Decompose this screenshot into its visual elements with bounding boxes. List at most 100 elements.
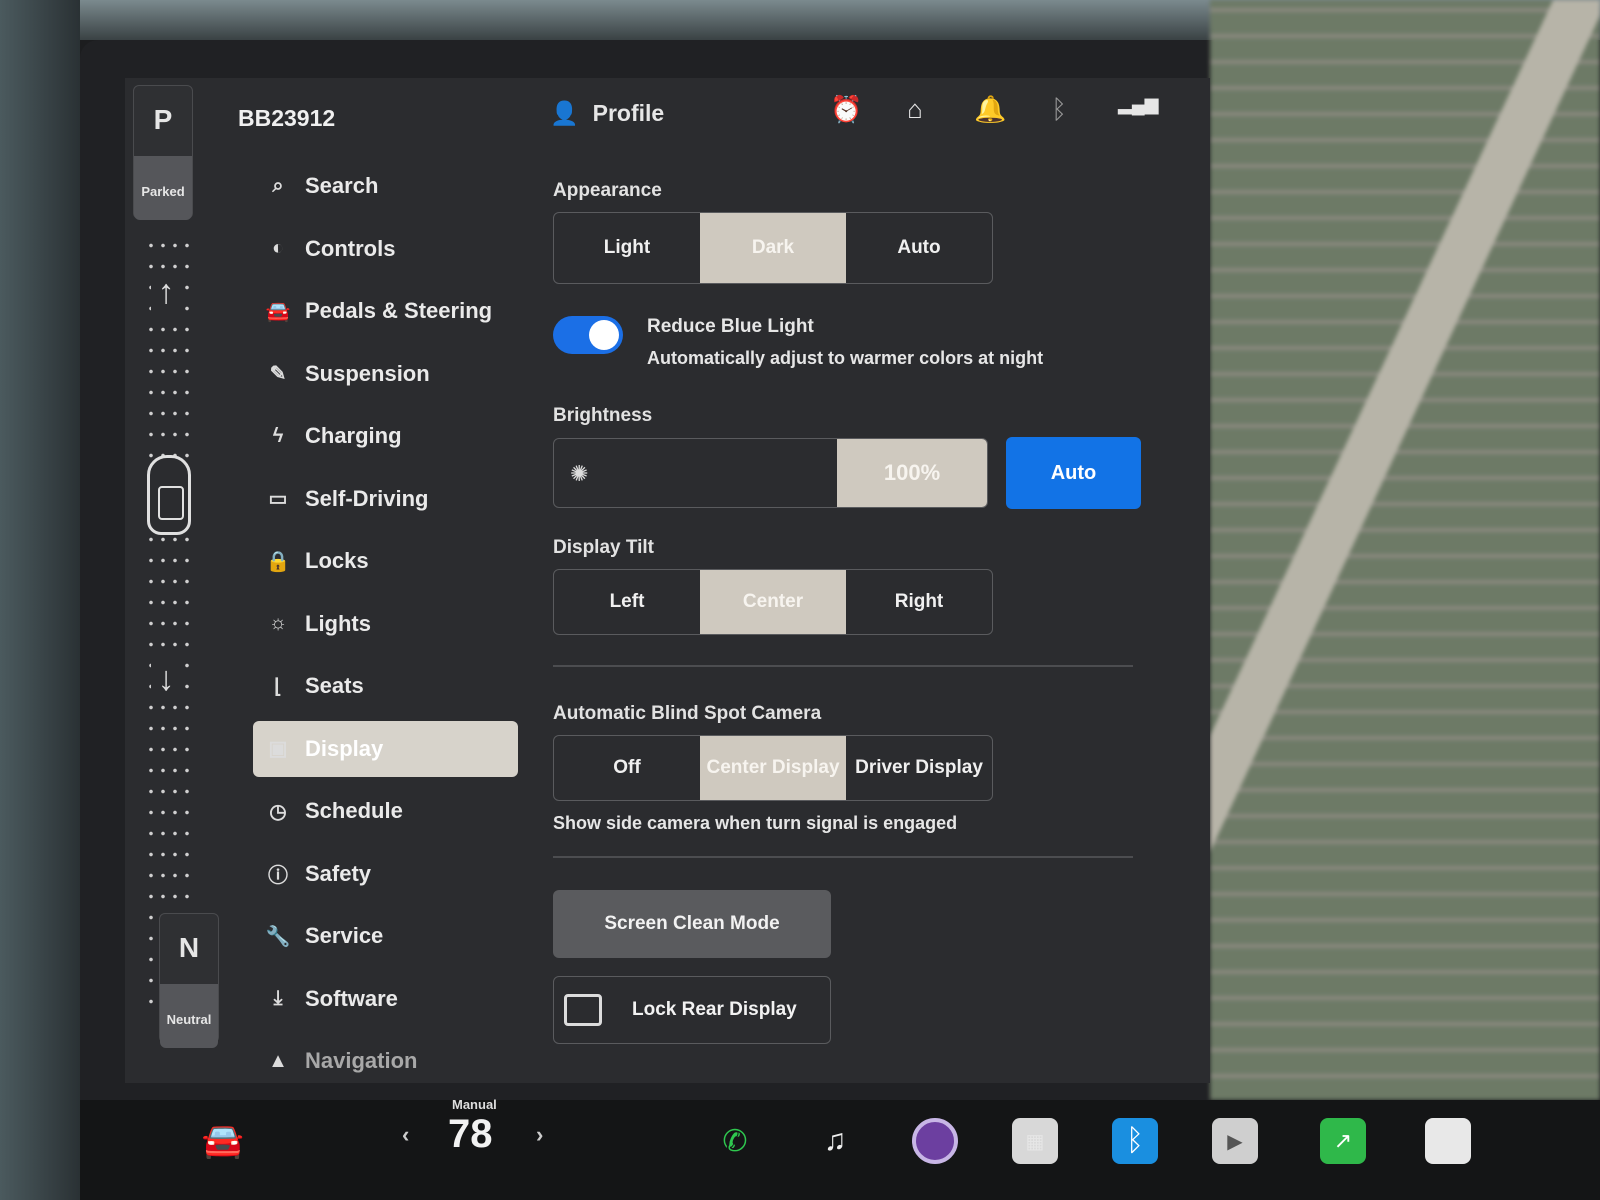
blind-spot-note: Show side camera when turn signal is eng… — [553, 813, 958, 833]
reduce-blue-light-toggle[interactable] — [553, 316, 623, 354]
rear-display-icon — [564, 994, 602, 1026]
blind-spot-center-display-option[interactable]: Center Display — [700, 736, 846, 800]
brightness-row: ✺ 100% Auto — [553, 437, 1153, 509]
bell-icon[interactable]: 🔔 — [974, 94, 1006, 125]
lightning-icon: ϟ — [272, 424, 284, 447]
gear-label-neutral: Neutral — [160, 984, 218, 1048]
sidebar-item-controls[interactable]: ◐ Controls — [253, 221, 518, 277]
sidebar-item-software[interactable]: ⤓ Software — [253, 971, 518, 1027]
display-icon: ▣ — [268, 738, 288, 760]
toggle-icon: ◐ — [271, 237, 285, 259]
brightness-value: 100% — [837, 439, 987, 507]
download-icon: ⤓ — [273, 987, 283, 1009]
bluetooth-icon[interactable]: ᛒ — [1046, 94, 1072, 125]
settings-sidebar: ⌕ Search ◐ Controls 🚘 Pedals & Steering ✎ Su… — [253, 158, 518, 1096]
climate-mode-label: Manual — [452, 1097, 497, 1112]
wrench-pen-icon: ✎ — [269, 363, 287, 385]
brightness-auto-button[interactable]: Auto — [1006, 437, 1141, 509]
tilt-center-option[interactable]: Center — [700, 570, 846, 634]
search-icon: ⌕ — [272, 174, 284, 197]
blind-spot-segmented: Off Center Display Driver Display — [553, 735, 993, 801]
music-icon[interactable]: ♫ — [812, 1118, 858, 1164]
appearance-dark-option[interactable]: Dark — [700, 213, 846, 283]
sidebar-item-service[interactable]: 🔧 Service — [253, 908, 518, 964]
appearance-label: Appearance — [553, 180, 662, 201]
brightness-label: Brightness — [553, 405, 653, 426]
lock-icon: 🔒 — [265, 550, 291, 573]
brightness-sun-icon: ✺ — [570, 461, 589, 486]
sidebar-item-suspension[interactable]: ✎ Suspension — [253, 346, 518, 402]
status-icons: ⏰ ⌂ 🔔 ᛒ ▂▄▆ — [830, 94, 1159, 125]
divider — [553, 856, 1133, 858]
temp-decrease-button[interactable]: ‹ — [402, 1122, 409, 1148]
sun-icon: ☼ — [268, 612, 288, 634]
alert-icon: ⓘ — [268, 865, 288, 887]
sidebar-item-lights[interactable]: ☼ Lights — [253, 596, 518, 652]
sidebar-item-display[interactable]: ▣ Display — [253, 720, 518, 777]
sidebar-item-schedule[interactable]: ◷ Schedule — [253, 783, 518, 839]
blind-spot-driver-display-option[interactable]: Driver Display — [846, 736, 992, 800]
reduce-blue-light-row: Reduce Blue Light Automatically adjust t… — [553, 316, 1153, 369]
gear-letter-n: N — [178, 932, 200, 963]
home-icon[interactable]: ⌂ — [902, 94, 928, 125]
wrench-icon: 🔧 — [265, 925, 291, 948]
temp-increase-button[interactable]: › — [536, 1122, 543, 1148]
profile-button[interactable]: 👤 Profile — [550, 100, 664, 127]
appearance-segmented: Light Dark Auto — [553, 212, 993, 284]
sidebar-item-charging[interactable]: ϟ Charging — [253, 408, 518, 464]
alarm-icon: ◷ — [269, 800, 287, 823]
display-tilt-segmented: Left Center Right — [553, 569, 993, 635]
car-icon[interactable]: 🚘 — [200, 1118, 246, 1164]
video-icon[interactable]: ▶ — [1212, 1118, 1258, 1164]
divider — [553, 665, 1133, 667]
gear-park[interactable]: P Parked — [133, 85, 193, 220]
car-icon: 🚘 — [265, 300, 291, 323]
sidebar-item-navigation[interactable]: ▲ Navigation — [253, 1033, 518, 1089]
reduce-blue-light-title: Reduce Blue Light — [647, 316, 814, 337]
tilt-right-option[interactable]: Right — [846, 570, 992, 634]
sidebar-item-locks[interactable]: 🔒 Locks — [253, 533, 518, 589]
profile-label: Profile — [592, 100, 665, 126]
screen-clean-mode-button[interactable]: Screen Clean Mode — [553, 890, 831, 958]
lte-signal-icon: ▂▄▆ — [1118, 94, 1159, 114]
arrow-up-icon[interactable]: ↑ — [151, 273, 181, 311]
blind-spot-label: Automatic Blind Spot Camera — [553, 703, 822, 724]
temperature-value[interactable]: 78 — [448, 1112, 493, 1157]
lock-rear-display-label: Lock Rear Display — [632, 999, 797, 1020]
sidebar-item-pedals-steering[interactable]: 🚘 Pedals & Steering — [253, 283, 518, 339]
gear-neutral[interactable]: N Neutral — [159, 913, 219, 1048]
reduce-blue-light-subtitle: Automatically adjust to warmer colors at… — [647, 348, 1044, 368]
car-top-icon — [147, 455, 191, 535]
sidebar-item-self-driving[interactable]: ▭ Self-Driving — [253, 471, 518, 527]
navigation-icon: ▲ — [268, 1049, 288, 1072]
sidebar-item-search[interactable]: ⌕ Search — [253, 158, 518, 214]
notes-icon[interactable] — [1425, 1118, 1471, 1164]
display-tilt-label: Display Tilt — [553, 537, 655, 558]
person-icon: 👤 — [550, 100, 579, 126]
steering-icon: ▭ — [268, 488, 288, 510]
camera-icon[interactable] — [912, 1118, 958, 1164]
map-view[interactable] — [1210, 0, 1600, 1100]
display-settings: Appearance Light Dark Auto Reduce Blue L… — [553, 180, 1153, 1044]
gear-label-parked: Parked — [134, 156, 192, 220]
appearance-light-option[interactable]: Light — [554, 213, 700, 283]
sidebar-item-safety[interactable]: ⓘ Safety — [253, 846, 518, 902]
tilt-left-option[interactable]: Left — [554, 570, 700, 634]
gear-letter-p: P — [153, 104, 173, 135]
apps-icon[interactable]: ▦ — [1012, 1118, 1058, 1164]
appearance-auto-option[interactable]: Auto — [846, 213, 992, 283]
alarm-clock-icon[interactable]: ⏰ — [830, 94, 862, 125]
lock-rear-display-button[interactable]: Lock Rear Display — [553, 976, 831, 1044]
gear-dots — [145, 235, 195, 1005]
blind-spot-off-option[interactable]: Off — [554, 736, 700, 800]
seat-icon: ⌊ — [274, 675, 282, 698]
stocks-icon[interactable]: ↗ — [1320, 1118, 1366, 1164]
phone-icon[interactable]: ✆ — [712, 1118, 758, 1164]
bluetooth-icon[interactable]: ᛒ — [1112, 1118, 1158, 1164]
gear-selector[interactable]: P Parked ↑ ↓ N Neutral — [133, 85, 219, 1060]
brightness-slider[interactable]: ✺ 100% — [553, 438, 988, 508]
arrow-down-icon[interactable]: ↓ — [151, 660, 181, 698]
bezel-left — [0, 0, 80, 1200]
vehicle-id: BB23912 — [238, 105, 336, 131]
sidebar-item-seats[interactable]: ⌊ Seats — [253, 658, 518, 714]
